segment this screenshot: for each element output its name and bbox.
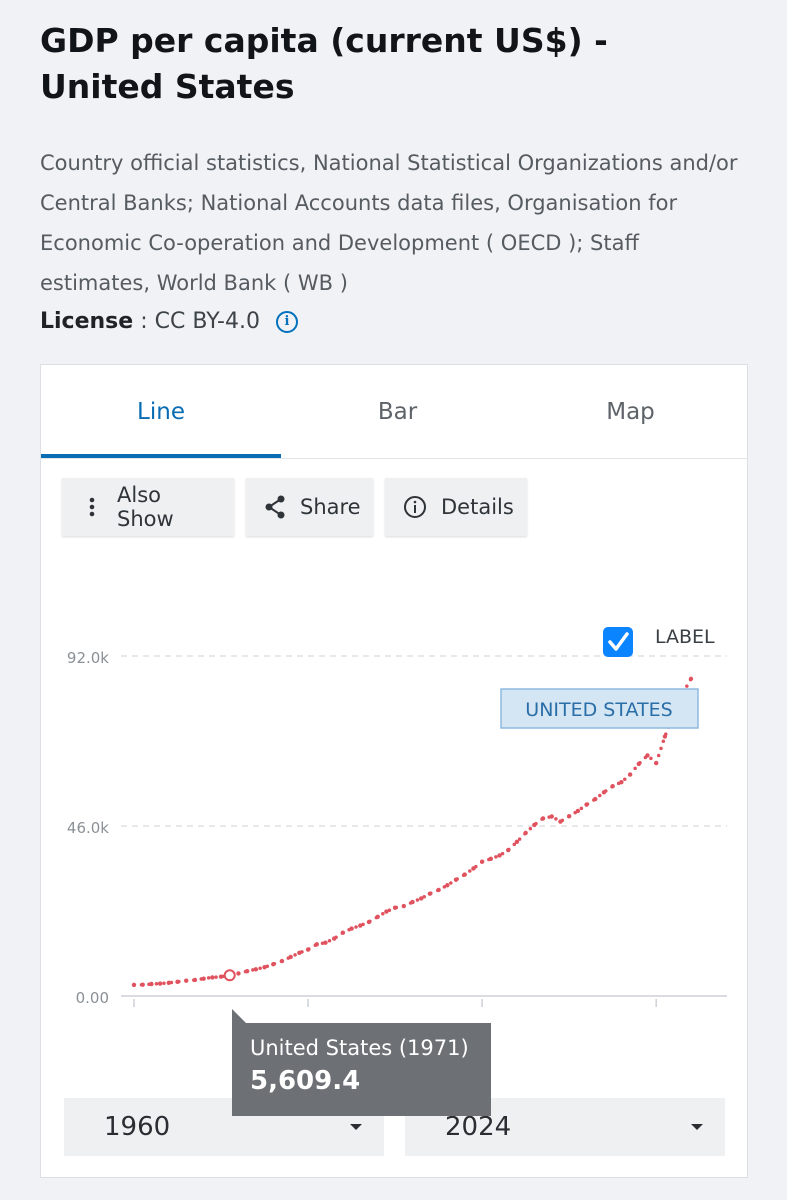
data-point[interactable] xyxy=(479,859,485,864)
data-point[interactable] xyxy=(210,975,215,980)
data-point[interactable] xyxy=(244,968,250,974)
license-label: License xyxy=(40,309,134,334)
data-point[interactable] xyxy=(279,958,285,964)
data-point[interactable] xyxy=(558,819,563,824)
data-point[interactable] xyxy=(593,796,598,802)
data-point[interactable] xyxy=(419,896,424,901)
data-tooltip: United States (1971) 5,609.4 xyxy=(232,1009,491,1116)
y-tick-label: 46.0k xyxy=(67,819,109,837)
data-point[interactable] xyxy=(175,979,180,985)
info-icon[interactable]: i xyxy=(275,311,298,333)
data-point[interactable] xyxy=(453,877,459,882)
data-point[interactable] xyxy=(523,830,528,836)
data-point[interactable] xyxy=(288,954,293,960)
end-year-value: 2024 xyxy=(445,1112,512,1142)
page-title: GDP per capita (current US$) - United St… xyxy=(40,21,608,106)
data-point[interactable] xyxy=(340,930,346,935)
tooltip-series-name: United States (1971) xyxy=(250,1036,469,1060)
data-point[interactable] xyxy=(514,839,520,845)
data-point[interactable] xyxy=(305,947,311,952)
data-point[interactable] xyxy=(271,962,276,967)
data-point[interactable] xyxy=(610,784,615,789)
data-point[interactable] xyxy=(540,816,546,821)
data-point[interactable] xyxy=(375,914,380,920)
data-point[interactable] xyxy=(384,909,389,914)
data-point[interactable] xyxy=(688,676,694,682)
data-point[interactable] xyxy=(471,866,476,871)
data-point[interactable] xyxy=(636,761,641,767)
data-point[interactable] xyxy=(549,814,554,819)
data-point[interactable] xyxy=(236,971,241,976)
data-point[interactable] xyxy=(349,926,354,931)
data-point[interactable] xyxy=(497,853,502,858)
data-point[interactable] xyxy=(627,772,633,777)
data-point[interactable] xyxy=(218,974,224,979)
license-value: CC BY-4.0 xyxy=(154,309,260,334)
data-point[interactable] xyxy=(619,779,624,785)
label-toggle-text: LABEL xyxy=(655,626,715,648)
data-point[interactable] xyxy=(262,964,267,970)
label-checkbox[interactable] xyxy=(603,627,633,657)
data-point[interactable] xyxy=(331,936,337,941)
y-tick-label: 0.00 xyxy=(76,989,109,1007)
data-point[interactable] xyxy=(401,903,406,909)
data-point[interactable] xyxy=(314,942,319,947)
data-point[interactable] xyxy=(653,760,659,766)
data-point[interactable] xyxy=(201,976,206,981)
data-point[interactable] xyxy=(488,856,494,861)
chart-card: Line Bar Map Also Show Share Details 0.0… xyxy=(40,364,748,1178)
data-point[interactable] xyxy=(131,982,137,988)
license-line: License : CC BY-4.0 i xyxy=(40,304,298,340)
data-point[interactable] xyxy=(427,891,433,896)
highlighted-point[interactable] xyxy=(223,969,236,982)
data-point[interactable] xyxy=(410,899,415,905)
data-point[interactable] xyxy=(575,808,581,814)
data-point[interactable] xyxy=(157,981,163,986)
data-point[interactable] xyxy=(462,872,467,877)
chevron-down-icon xyxy=(350,1124,362,1130)
data-point[interactable] xyxy=(392,905,398,910)
data-point[interactable] xyxy=(253,967,259,972)
data-point[interactable] xyxy=(358,923,363,928)
data-point[interactable] xyxy=(149,981,154,987)
data-point[interactable] xyxy=(140,982,145,987)
data-point[interactable] xyxy=(297,950,302,956)
data-point[interactable] xyxy=(445,883,450,888)
data-point[interactable] xyxy=(436,887,441,893)
tooltip-value: 5,609.4 xyxy=(250,1066,361,1096)
data-point[interactable] xyxy=(323,940,328,945)
data-point[interactable] xyxy=(192,977,198,983)
series-label-text: UNITED STATES xyxy=(525,699,672,721)
data-point[interactable] xyxy=(184,978,189,983)
start-year-value: 1960 xyxy=(104,1112,171,1142)
data-point[interactable] xyxy=(645,753,650,758)
license-separator: : xyxy=(133,309,155,334)
data-point[interactable] xyxy=(532,822,537,828)
data-point[interactable] xyxy=(166,980,172,985)
chevron-down-icon xyxy=(691,1124,703,1130)
data-point[interactable] xyxy=(584,802,589,807)
source-text: Country official statistics, National St… xyxy=(40,151,738,295)
data-point[interactable] xyxy=(506,847,511,853)
data-point[interactable] xyxy=(566,814,572,819)
y-tick-label: 92.0k xyxy=(67,649,109,667)
data-point[interactable] xyxy=(601,790,607,795)
line-chart: 0.00 46.0k 92.0k LABEL UNITED STATES xyxy=(67,626,727,1007)
data-point[interactable] xyxy=(366,919,372,925)
data-point[interactable] xyxy=(662,734,668,739)
